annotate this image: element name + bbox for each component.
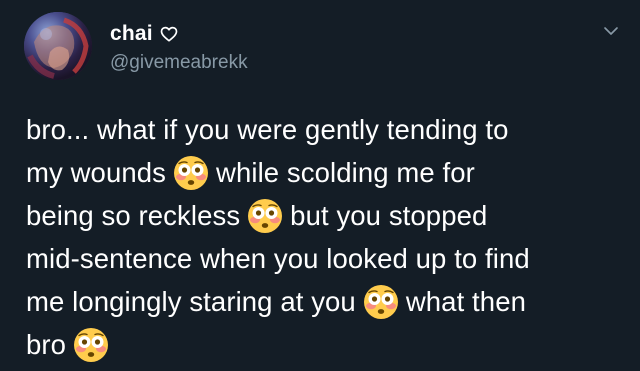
tweet-text-segment: bro... what if you were gently tending t… bbox=[26, 114, 509, 145]
flushed-face-icon bbox=[173, 155, 209, 191]
heart-outline-icon bbox=[160, 25, 178, 43]
display-name[interactable]: chai bbox=[110, 22, 153, 46]
tweet-line: mid-sentence when you looked up to find bbox=[26, 237, 626, 280]
username-handle[interactable]: @givemeabrekk bbox=[110, 52, 248, 74]
tweet-line: being so reckless but you stopped bbox=[26, 194, 626, 237]
tweet-line: me longingly staring at you what then bbox=[26, 280, 626, 323]
tweet-text-segment: being so reckless bbox=[26, 200, 241, 231]
tweet-text-segment: while scolding me for bbox=[216, 157, 475, 188]
chevron-down-icon[interactable] bbox=[602, 22, 620, 40]
avatar[interactable] bbox=[24, 12, 92, 80]
tweet-text-segment: mid-sentence when you looked up to find bbox=[26, 243, 530, 274]
tweet-text-segment: bro bbox=[26, 329, 67, 360]
tweet-text-segment: but you stopped bbox=[290, 200, 488, 231]
tweet-line: bro... what if you were gently tending t… bbox=[26, 108, 626, 151]
tweet-line: bro bbox=[26, 323, 626, 366]
flushed-face-icon bbox=[73, 327, 109, 363]
avatar-image bbox=[24, 12, 92, 80]
tweet-line: my wounds while scolding me for bbox=[26, 151, 626, 194]
tweet-text: bro... what if you were gently tending t… bbox=[26, 108, 626, 366]
tweet-text-segment: my wounds bbox=[26, 157, 166, 188]
tweet-text-segment: me longingly staring at you bbox=[26, 286, 356, 317]
tweet-card: chai @givemeabrekk bro... what if you we… bbox=[0, 0, 640, 371]
flushed-face-icon bbox=[363, 284, 399, 320]
flushed-face-icon bbox=[247, 198, 283, 234]
tweet-text-segment: what then bbox=[405, 286, 526, 317]
author-name-row: chai bbox=[110, 22, 178, 46]
